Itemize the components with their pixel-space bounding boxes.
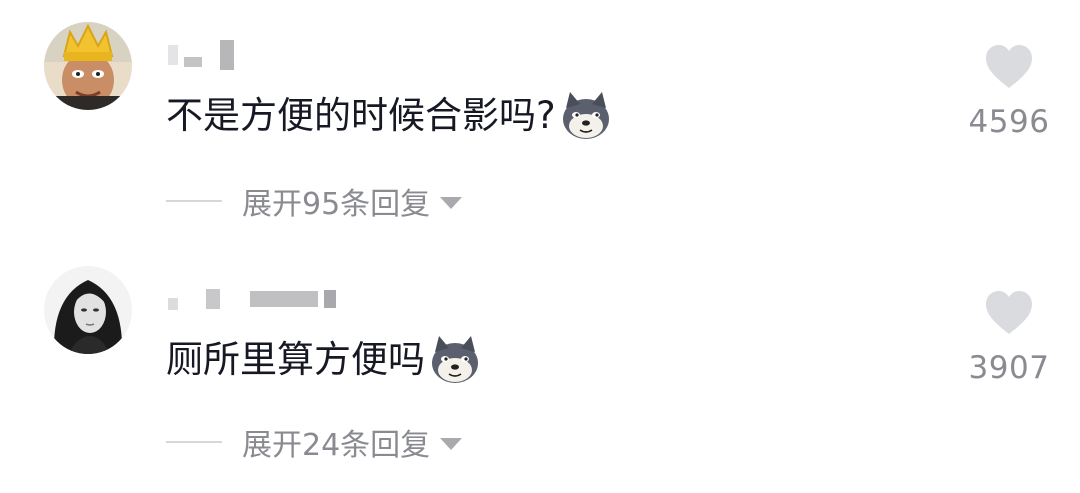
username-redacted[interactable] bbox=[168, 284, 342, 314]
like-count: 3907 bbox=[968, 350, 1050, 386]
like-button[interactable]: 4596 bbox=[964, 44, 1054, 140]
comment-text: 不是方便的时候合影吗? bbox=[166, 92, 612, 140]
replies-divider bbox=[166, 441, 222, 443]
avatar[interactable] bbox=[44, 266, 132, 354]
expand-replies-label: 展开24条回复 bbox=[242, 428, 431, 463]
heart-icon[interactable] bbox=[984, 290, 1034, 336]
avatar-image bbox=[44, 266, 132, 354]
expand-replies-button[interactable]: 展开95条回复 bbox=[166, 181, 463, 222]
comment-item[interactable]: 厕所里算方便吗 展开24条回复 3907 bbox=[0, 246, 1080, 492]
chevron-down-icon bbox=[440, 196, 463, 209]
heart-icon[interactable] bbox=[984, 44, 1034, 90]
dog-face-emoji-icon bbox=[432, 336, 478, 383]
replies-divider bbox=[166, 200, 222, 202]
expand-replies-label: 展开95条回复 bbox=[242, 187, 431, 222]
like-button[interactable]: 3907 bbox=[964, 290, 1054, 386]
comment-text: 厕所里算方便吗 bbox=[166, 336, 481, 384]
comment-item[interactable]: 不是方便的时候合影吗? 展开95条回复 4596 bbox=[0, 0, 1080, 246]
avatar[interactable] bbox=[44, 22, 132, 110]
chevron-down-icon bbox=[440, 437, 463, 450]
expand-replies-button[interactable]: 展开24条回复 bbox=[166, 422, 463, 463]
like-count: 4596 bbox=[968, 104, 1050, 140]
avatar-image bbox=[44, 22, 132, 110]
comment-text-content: 厕所里算方便吗 bbox=[166, 338, 425, 381]
username-redacted[interactable] bbox=[168, 40, 240, 70]
comment-text-content: 不是方便的时候合影吗? bbox=[166, 94, 556, 137]
dog-face-emoji-icon bbox=[562, 92, 609, 139]
